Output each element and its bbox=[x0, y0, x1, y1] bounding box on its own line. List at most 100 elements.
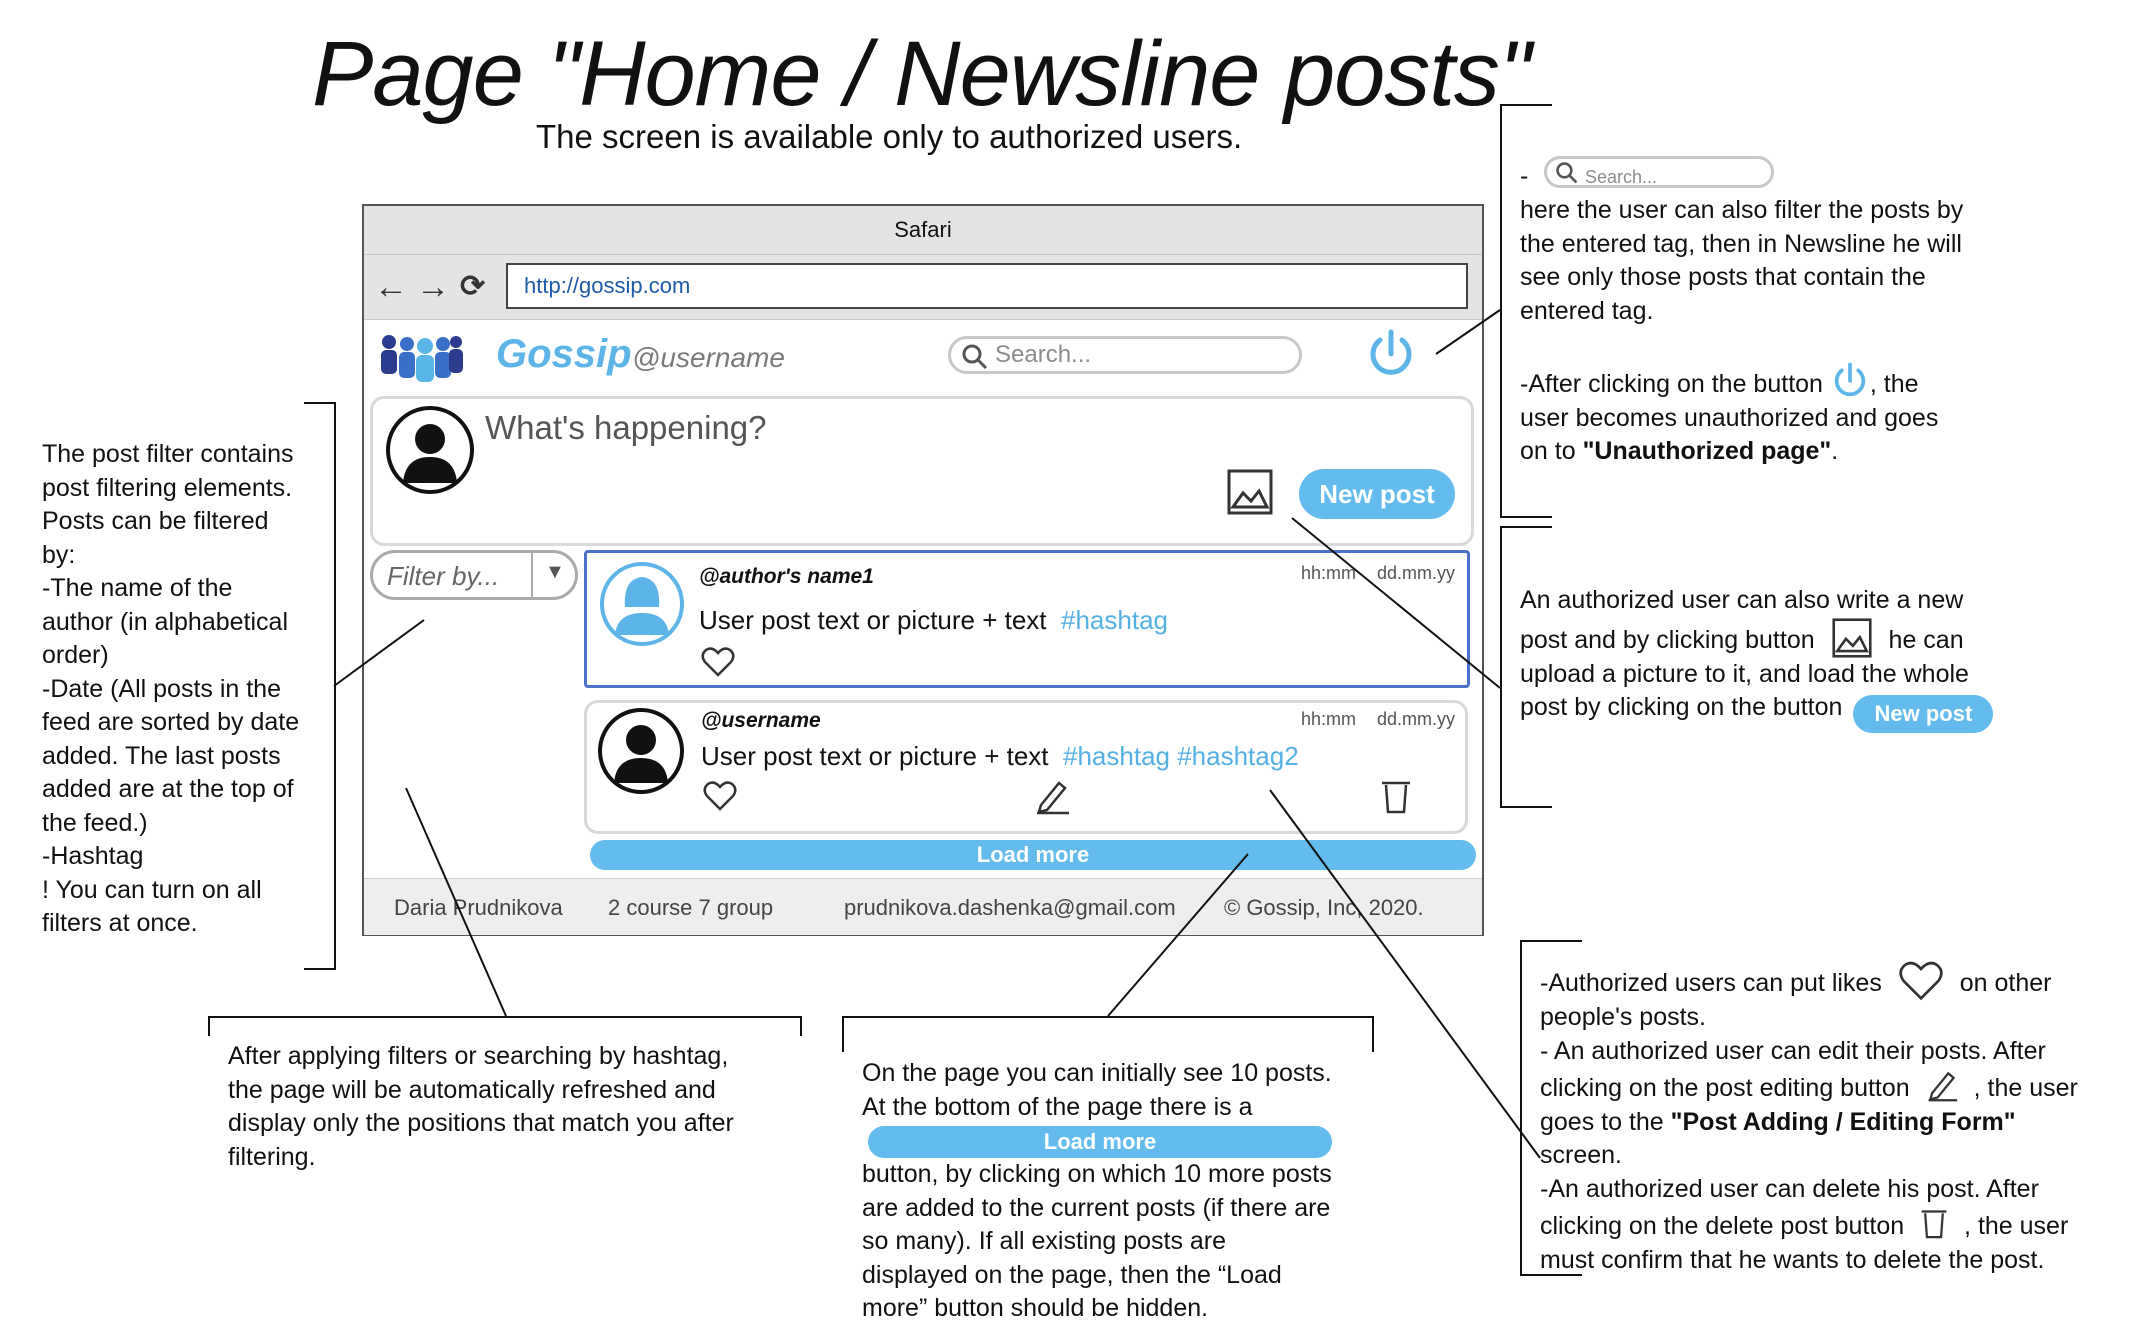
bracket-tick bbox=[1500, 104, 1552, 106]
note-line: entered tag. bbox=[1520, 296, 1654, 325]
heart-like-icon[interactable] bbox=[701, 647, 735, 677]
search-icon bbox=[1556, 162, 1578, 184]
load-more-bracket bbox=[842, 1016, 1374, 1018]
back-arrow-icon[interactable]: ← bbox=[374, 255, 408, 319]
edit-pencil-icon bbox=[1928, 1071, 1957, 1102]
note-line: display only the positions that match yo… bbox=[228, 1109, 734, 1137]
image-upload-icon[interactable] bbox=[1227, 469, 1273, 515]
note-line: the feed.) bbox=[42, 808, 148, 837]
browser-title: Safari bbox=[364, 206, 1482, 254]
trash-delete-icon[interactable] bbox=[1379, 777, 1413, 815]
bracket-tick bbox=[1500, 526, 1552, 528]
note-line: people's posts. bbox=[1540, 1003, 1706, 1031]
note-line: the entered tag, then in Newsline he wil… bbox=[1520, 229, 1962, 258]
note-text: , the bbox=[1869, 370, 1919, 398]
compose-input[interactable]: What's happening? bbox=[485, 409, 767, 447]
note-line: The post filter contains bbox=[42, 440, 294, 468]
search-bracket bbox=[1500, 104, 1502, 518]
filter-dropdown[interactable]: Filter by... ▼ bbox=[370, 550, 578, 600]
note-text: post and by clicking button bbox=[1520, 625, 1815, 654]
note-line: An authorized user can also write a new bbox=[1520, 586, 1964, 614]
actions-bracket bbox=[1520, 940, 1522, 1276]
new-post-button-sample: New post bbox=[1853, 695, 1994, 733]
footer-group: 2 course 7 group bbox=[608, 895, 774, 920]
power-logout-icon[interactable] bbox=[1364, 326, 1418, 380]
note-text: , the user bbox=[1964, 1212, 2069, 1240]
footer-copyright: © Gossip, Inc, 2020. bbox=[1224, 895, 1424, 920]
post-body: User post text or picture + text bbox=[699, 605, 1047, 635]
load-more-button[interactable]: Load more bbox=[590, 840, 1476, 870]
post-time: hh:mm bbox=[1301, 563, 1357, 583]
search-input[interactable]: Search... bbox=[948, 336, 1302, 374]
note-line: added are at the top of bbox=[42, 775, 294, 803]
page-title: Page "Home / Newsline posts" bbox=[312, 23, 1532, 125]
note-line: post and by clicking button he can bbox=[1520, 617, 2120, 658]
note-line: ! You can turn on all bbox=[42, 875, 262, 904]
actions-note: -Authorized users can put likes on other… bbox=[1540, 961, 2130, 1277]
post-author[interactable]: @author's name1 bbox=[699, 565, 874, 589]
header-username: @username bbox=[632, 342, 785, 373]
note-line: -Date (All posts in the bbox=[42, 674, 281, 703]
note-text: clicking on the post editing button bbox=[1540, 1074, 1910, 1102]
note-line: Posts can be filtered bbox=[42, 507, 269, 535]
avatar bbox=[385, 405, 475, 495]
note-line: displayed on the page, then the “Load bbox=[862, 1260, 1282, 1289]
reload-icon[interactable]: ⟳ bbox=[460, 255, 485, 319]
footer-email[interactable]: prudnikova.dashenka@gmail.com bbox=[844, 895, 1176, 921]
note-text: he can bbox=[1888, 625, 1964, 654]
note-line: -After clicking on the button , the bbox=[1520, 360, 2080, 402]
logo-people-icon bbox=[378, 332, 464, 384]
post-author[interactable]: @username bbox=[701, 709, 821, 733]
note-line: post filtering elements. bbox=[42, 473, 293, 502]
post-hashtag[interactable]: #hashtag bbox=[1061, 605, 1168, 635]
note-line: -Authorized users can put likes on other bbox=[1540, 961, 2130, 1001]
note-text: post by clicking on the button bbox=[1520, 693, 1843, 721]
note-line: the page will be automatically refreshed… bbox=[228, 1075, 716, 1104]
note-line: -An authorized user can delete his post.… bbox=[1540, 1174, 2039, 1203]
search-sample: Search... bbox=[1544, 156, 1774, 188]
note-line: user becomes unauthorized and goes bbox=[1520, 403, 1939, 432]
bracket-tick bbox=[208, 1016, 210, 1036]
app-logo[interactable]: Gossip bbox=[496, 332, 632, 377]
note-line: clicking on the delete post button , the… bbox=[1540, 1206, 2130, 1244]
author-avatar bbox=[597, 707, 685, 795]
note-line: On the page you can initially see 10 pos… bbox=[862, 1059, 1332, 1087]
search-placeholder: Search... bbox=[1585, 167, 1658, 187]
url-field[interactable]: http://gossip.com bbox=[506, 263, 1468, 309]
note-line: more” button should be hidden. bbox=[862, 1294, 1209, 1322]
post-text: User post text or picture + text #hashta… bbox=[699, 605, 1168, 636]
note-line: feed are sorted by date bbox=[42, 708, 300, 736]
note-line: clicking on the post editing button , th… bbox=[1540, 1068, 2130, 1106]
post-date: dd.mm.yy bbox=[1377, 709, 1456, 729]
search-note: - Search... here the user can also filte… bbox=[1520, 154, 2080, 469]
heart-like-icon[interactable] bbox=[703, 781, 737, 811]
browser-window: Safari ← → ⟳ http://gossip.com Gossip @u… bbox=[362, 204, 1484, 936]
search-icon bbox=[962, 344, 988, 370]
footer: Daria Prudnikova 2 course 7 group prudni… bbox=[364, 878, 1482, 935]
new-post-button[interactable]: New post bbox=[1299, 469, 1455, 519]
browser-toolbar: ← → ⟳ http://gossip.com bbox=[364, 254, 1482, 320]
bracket-tick bbox=[842, 1016, 844, 1052]
note-line: post by clicking on the button New post bbox=[1520, 691, 2120, 733]
bracket-tick bbox=[1500, 806, 1552, 808]
post-card: @author's name1 hh:mm dd.mm.yy User post… bbox=[584, 550, 1470, 688]
author-avatar bbox=[599, 561, 685, 647]
note-line: button, by clicking on which 10 more pos… bbox=[862, 1160, 1332, 1188]
post-card: @username hh:mm dd.mm.yy User post text … bbox=[584, 700, 1468, 834]
note-line: on to "Unauthorized page". bbox=[1520, 435, 2080, 469]
post-hashtag[interactable]: #hashtag #hashtag2 bbox=[1063, 741, 1299, 771]
note-line: goes to the "Post Adding / Editing Form" bbox=[1540, 1106, 2130, 1140]
note-text: on to bbox=[1520, 437, 1583, 465]
note-text: on other bbox=[1959, 969, 2052, 997]
refresh-bracket bbox=[208, 1016, 802, 1018]
note-line: must confirm that he wants to delete the… bbox=[1540, 1245, 2045, 1274]
page-subtitle: The screen is available only to authoriz… bbox=[536, 118, 1243, 155]
filter-bracket bbox=[334, 402, 336, 970]
note-line: see only those posts that contain the bbox=[1520, 263, 1926, 291]
post-text: User post text or picture + text #hashta… bbox=[701, 741, 1299, 772]
bracket-tick bbox=[304, 402, 334, 404]
note-line: here the user can also filter the posts … bbox=[1520, 196, 1964, 224]
bracket-tick bbox=[1500, 516, 1552, 518]
forward-arrow-icon[interactable]: → bbox=[416, 255, 450, 319]
edit-pencil-icon[interactable] bbox=[1033, 777, 1071, 815]
